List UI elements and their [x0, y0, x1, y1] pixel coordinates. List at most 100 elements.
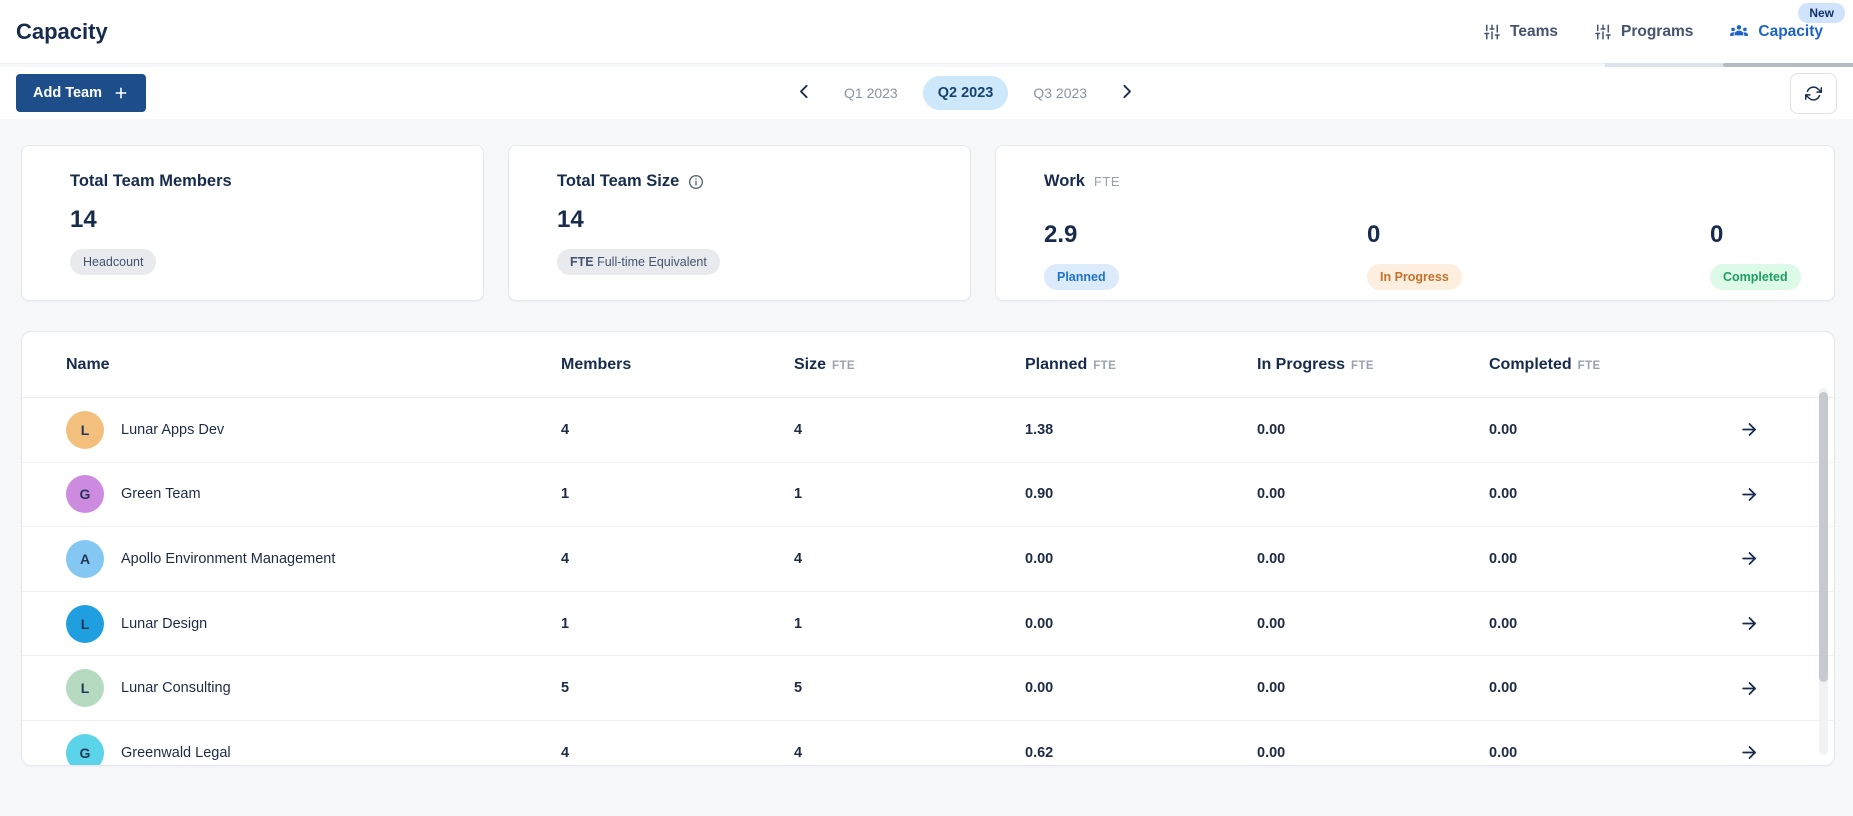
completed-cell: 0.00	[1489, 550, 1518, 567]
members-cell: 4	[561, 421, 570, 438]
card-title: Total Team Size	[557, 172, 970, 191]
column-header-members: Members	[561, 355, 632, 373]
sliders-icon	[1483, 23, 1501, 41]
arrow-right-icon	[1740, 614, 1759, 633]
new-badge: New	[1798, 3, 1845, 23]
work-fte-card: Work FTE 2.9 Planned 0 In Progress 0 Com…	[995, 145, 1835, 301]
team-name[interactable]: Green Team	[121, 486, 201, 502]
fte-badge: FTE Full-time Equivalent	[557, 249, 720, 275]
table-row[interactable]: L Lunar Design 1 1 0.00 0.00 0.00	[22, 592, 1834, 657]
open-team-button[interactable]	[1736, 481, 1763, 508]
in-progress-cell: 0.00	[1257, 615, 1286, 632]
team-avatar: L	[66, 410, 104, 449]
in-progress-value: 0	[1367, 221, 1381, 248]
headcount-badge: Headcount	[70, 249, 157, 275]
in-progress-cell: 0.00	[1257, 550, 1286, 567]
in-progress-badge: In Progress	[1367, 264, 1462, 290]
capacity-app: Capacity Teams Programs Capacity New Add T…	[0, 0, 1853, 816]
refresh-button[interactable]	[1790, 72, 1837, 114]
table-scrollbar-thumb[interactable]	[1819, 392, 1828, 682]
people-icon	[1729, 22, 1749, 42]
sliders-icon	[1594, 23, 1612, 41]
members-cell: 4	[561, 744, 570, 761]
column-header-size: Size FTE	[794, 355, 855, 373]
add-team-button[interactable]: Add Team	[16, 74, 147, 112]
team-name[interactable]: Apollo Environment Management	[121, 551, 335, 567]
total-team-members-card: Total Team Members 14 Headcount	[21, 145, 484, 301]
completed-badge: Completed	[1710, 264, 1801, 290]
planned-badge: Planned	[1044, 264, 1119, 290]
members-cell: 5	[561, 680, 570, 697]
team-name[interactable]: Lunar Design	[121, 616, 207, 632]
team-name-cell: L Lunar Consulting	[66, 669, 561, 708]
quarter-navigation: Q1 2023 Q2 2023 Q3 2023	[790, 67, 1141, 119]
tab-label: Programs	[1621, 22, 1694, 40]
team-avatar: L	[66, 669, 104, 708]
team-name[interactable]: Greenwald Legal	[121, 745, 231, 761]
team-name[interactable]: Lunar Consulting	[121, 680, 231, 696]
size-cell: 1	[794, 486, 803, 503]
open-team-button[interactable]	[1736, 610, 1763, 637]
table-row[interactable]: L Lunar Apps Dev 4 4 1.38 0.00 0.00	[22, 398, 1834, 463]
quarter-q3-2023[interactable]: Q3 2023	[1018, 76, 1102, 110]
total-size-value: 14	[557, 206, 584, 233]
total-team-size-card: Total Team Size 14 FTE Full-time Equival…	[508, 145, 971, 301]
completed-value: 0	[1710, 221, 1724, 248]
fte-suffix: FTE	[1093, 359, 1117, 372]
completed-cell: 0.00	[1489, 486, 1518, 503]
next-quarter-button[interactable]	[1112, 77, 1141, 109]
members-cell: 4	[561, 550, 570, 567]
previous-quarter-button[interactable]	[790, 77, 819, 109]
arrow-right-icon	[1740, 485, 1759, 504]
arrow-right-icon	[1740, 549, 1759, 568]
completed-cell: 0.00	[1489, 615, 1518, 632]
size-cell: 4	[794, 421, 803, 438]
arrow-right-icon	[1740, 679, 1759, 698]
team-avatar: G	[66, 733, 104, 765]
in-progress-metric: 0 In Progress	[1367, 206, 1462, 290]
table-row[interactable]: G Green Team 1 1 0.90 0.00 0.00	[22, 463, 1834, 528]
in-progress-cell: 0.00	[1257, 486, 1286, 503]
open-team-button[interactable]	[1736, 545, 1763, 572]
in-progress-cell: 0.00	[1257, 421, 1286, 438]
tab-programs[interactable]: Programs	[1594, 17, 1693, 47]
team-name-cell: L Lunar Apps Dev	[66, 410, 561, 449]
table-body: L Lunar Apps Dev 4 4 1.38 0.00 0.00 G Gr…	[22, 398, 1834, 765]
size-cell: 5	[794, 680, 803, 697]
completed-cell: 0.00	[1489, 421, 1518, 438]
open-team-button[interactable]	[1736, 675, 1763, 702]
info-icon[interactable]	[688, 174, 704, 190]
table-row[interactable]: G Greenwald Legal 4 4 0.62 0.00 0.00	[22, 721, 1834, 765]
team-name[interactable]: Lunar Apps Dev	[121, 422, 224, 438]
teams-table: Name Members Size FTE Planned FTE In Progress F…	[21, 331, 1835, 766]
open-team-button[interactable]	[1736, 739, 1763, 765]
members-cell: 1	[561, 486, 570, 503]
team-avatar: L	[66, 604, 104, 643]
team-name-cell: G Green Team	[66, 475, 561, 514]
quarter-q1-2023[interactable]: Q1 2023	[829, 76, 913, 110]
completed-metric: 0 Completed	[1710, 206, 1801, 290]
planned-cell: 0.00	[1025, 615, 1054, 632]
table-row[interactable]: A Apollo Environment Management 4 4 0.00…	[22, 527, 1834, 592]
add-team-label: Add Team	[33, 85, 103, 101]
arrow-right-icon	[1740, 743, 1759, 762]
card-title: Total Team Members	[70, 172, 232, 190]
table-row[interactable]: L Lunar Consulting 5 5 0.00 0.00 0.00	[22, 656, 1834, 721]
arrow-right-icon	[1740, 420, 1759, 439]
tab-label: Teams	[1510, 22, 1558, 40]
in-progress-cell: 0.00	[1257, 744, 1286, 761]
open-team-button[interactable]	[1736, 416, 1763, 443]
quarter-q2-2023[interactable]: Q2 2023	[922, 76, 1009, 110]
total-members-value: 14	[70, 206, 97, 233]
table-header-row: Name Members Size FTE Planned FTE In Progress F…	[22, 332, 1834, 398]
in-progress-cell: 0.00	[1257, 680, 1286, 697]
nav-tabs: Teams Programs Capacity	[1483, 16, 1837, 48]
chevron-left-icon	[796, 83, 813, 103]
tab-label: Capacity	[1758, 22, 1823, 40]
quarter-items: Q1 2023 Q2 2023 Q3 2023	[829, 76, 1102, 110]
size-cell: 4	[794, 744, 803, 761]
tab-teams[interactable]: Teams	[1483, 17, 1558, 47]
planned-cell: 0.90	[1025, 486, 1054, 503]
team-avatar: G	[66, 475, 104, 514]
column-header-planned: Planned FTE	[1025, 355, 1117, 373]
